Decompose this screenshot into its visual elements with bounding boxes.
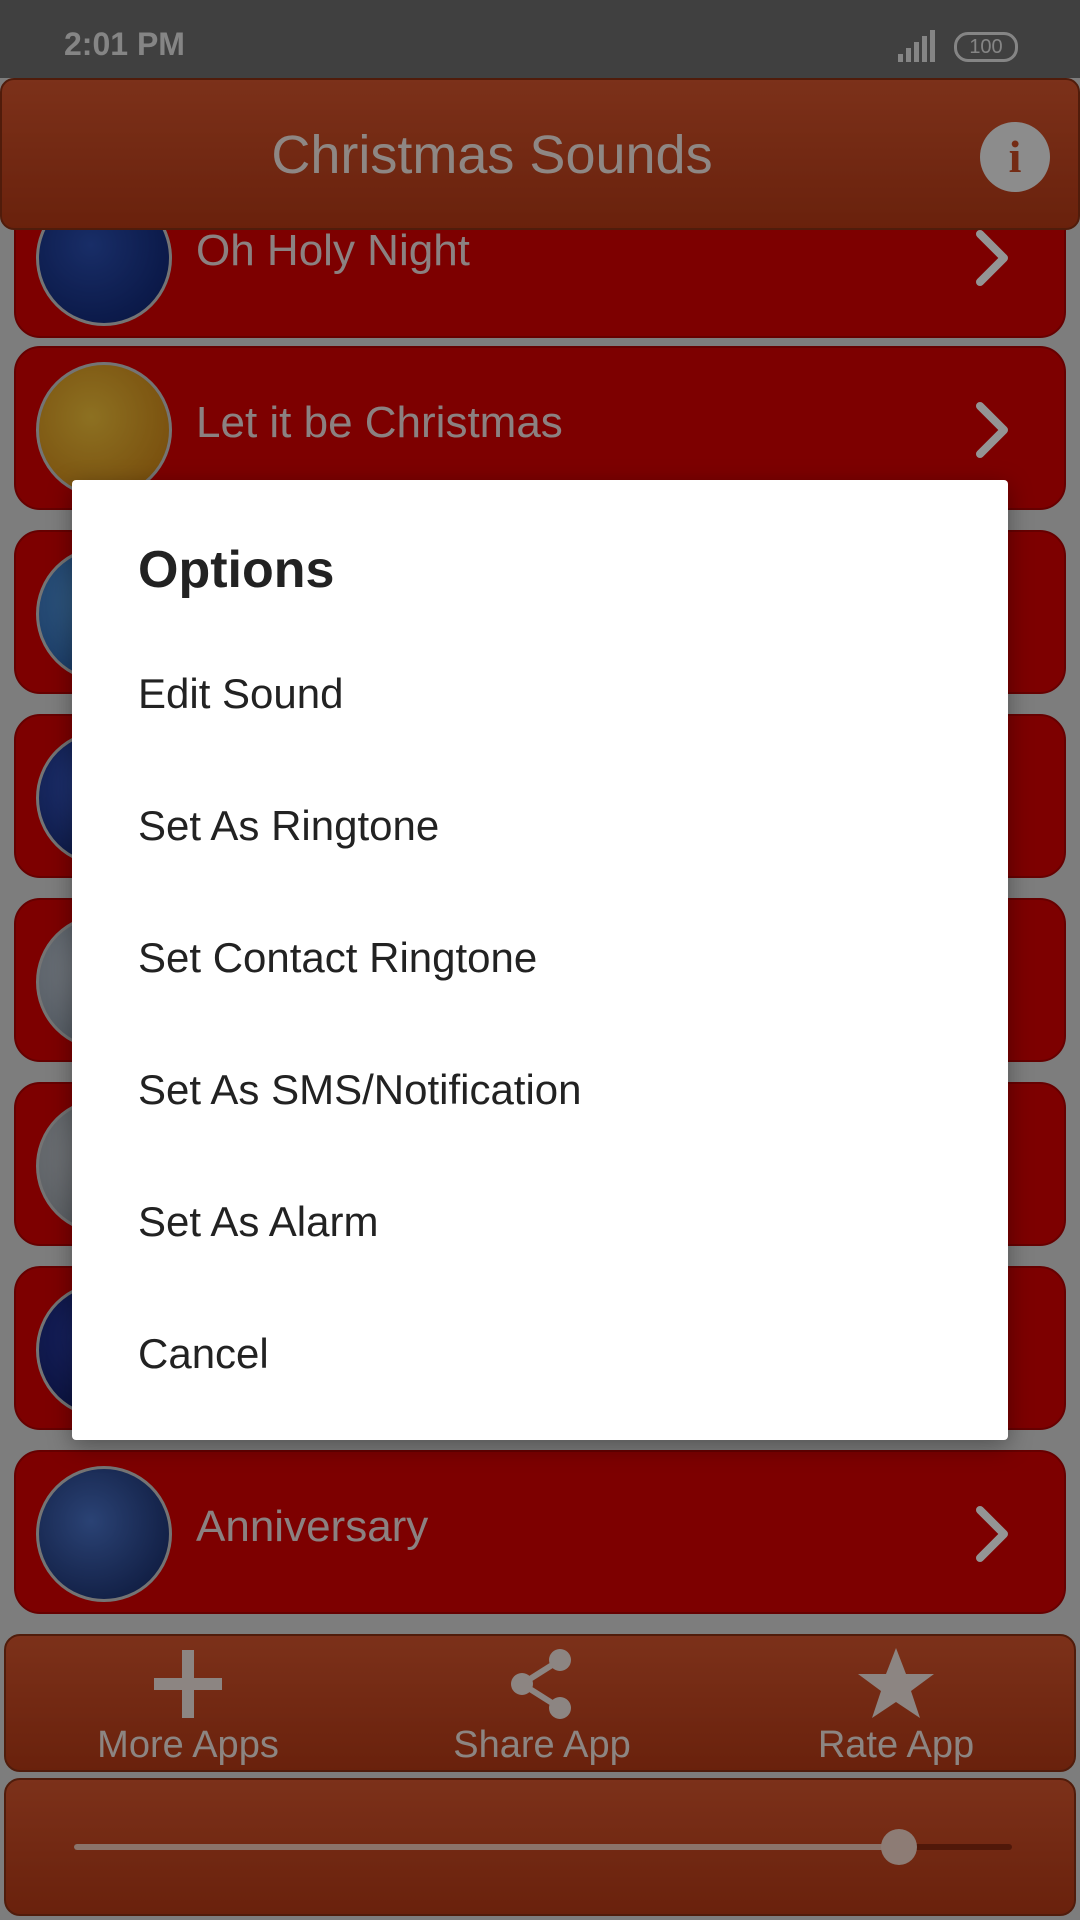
option-set-as-ringtone[interactable]: Set As Ringtone [72,760,1008,892]
option-cancel[interactable]: Cancel [72,1288,1008,1420]
option-set-as-alarm[interactable]: Set As Alarm [72,1156,1008,1288]
options-dialog: Options Edit Sound Set As Ringtone Set C… [72,480,1008,1440]
option-set-as-sms-notification[interactable]: Set As SMS/Notification [72,1024,1008,1156]
option-edit-sound[interactable]: Edit Sound [72,628,1008,760]
dialog-title: Options [138,541,335,599]
option-set-contact-ringtone[interactable]: Set Contact Ringtone [72,892,1008,1024]
